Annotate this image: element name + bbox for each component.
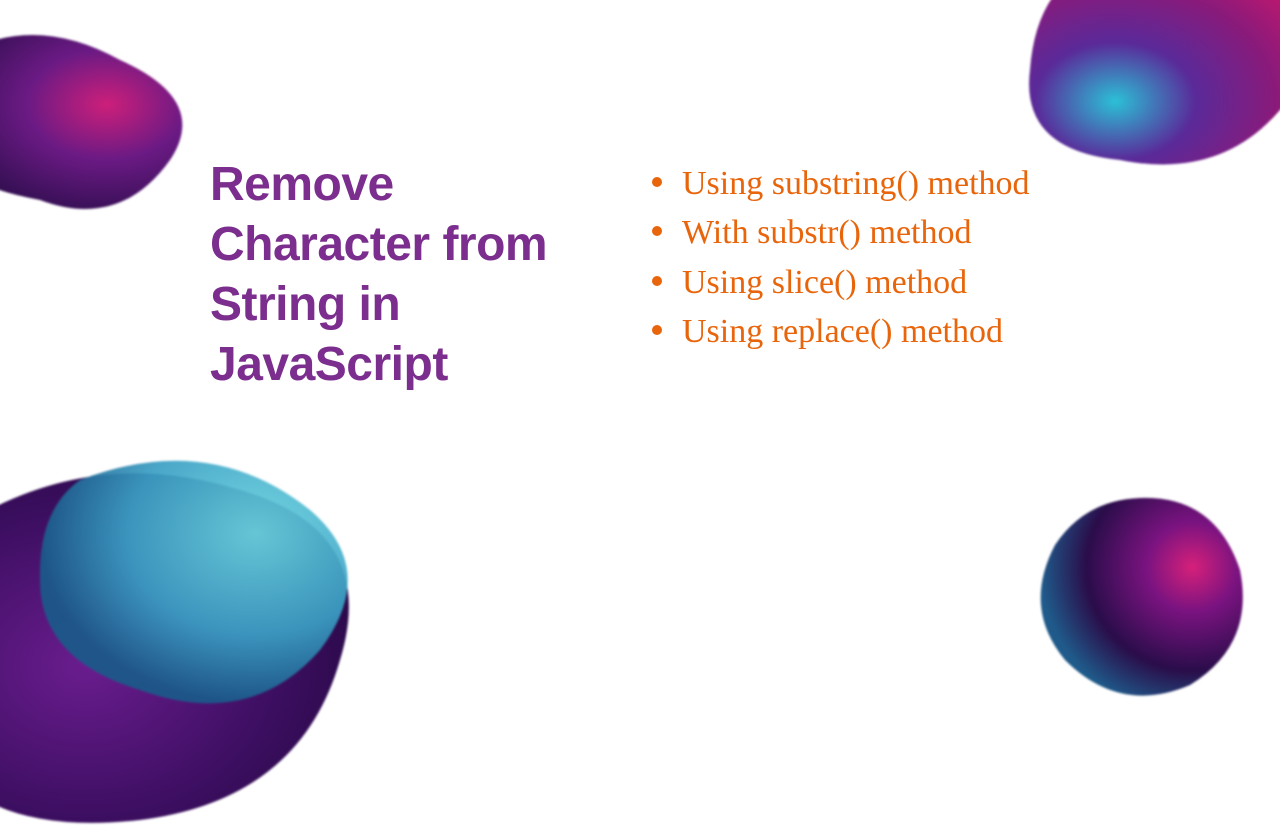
decorative-blob-bottom-right <box>1030 490 1250 700</box>
list-item: Using substring() method <box>650 159 1030 208</box>
decorative-blob-bottom-left <box>0 400 400 840</box>
methods-list: Using substring() method With substr() m… <box>650 155 1030 395</box>
list-item: Using replace() method <box>650 307 1030 356</box>
list-item: Using slice() method <box>650 258 1030 307</box>
page-title: Remove Character from String in JavaScri… <box>210 155 590 395</box>
list-item: With substr() method <box>650 208 1030 257</box>
decorative-blob-top-left <box>0 30 220 230</box>
